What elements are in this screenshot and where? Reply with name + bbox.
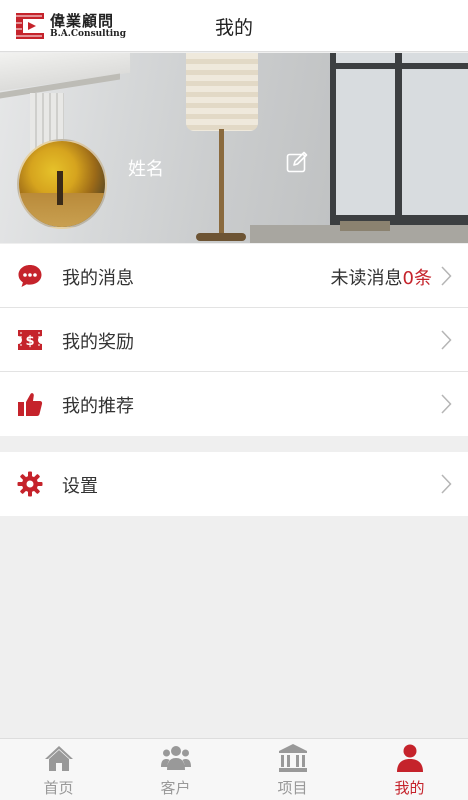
user-name: 姓名 (128, 159, 164, 180)
avatar-tree (57, 171, 63, 205)
edit-icon[interactable] (286, 151, 308, 173)
menu-item-recommend[interactable]: 我的推荐 (0, 372, 468, 436)
gear-icon (17, 471, 43, 497)
menu-item-label: 我的推荐 (62, 396, 134, 417)
svg-text:$: $ (25, 334, 34, 349)
user-icon (396, 744, 423, 772)
message-bubble-icon (18, 265, 42, 287)
menu-group-main: 我的消息 未读消息0条 $ 我的奖励 我的推荐 (0, 244, 468, 436)
banner-window-mullion (395, 53, 402, 223)
chevron-right-icon (441, 266, 452, 286)
page-title: 我的 (214, 17, 253, 39)
banner-lamp-shade (186, 53, 258, 131)
chevron-right-icon (441, 474, 452, 494)
thumbs-up-icon (18, 393, 43, 416)
tab-label: 客户 (160, 779, 191, 797)
project-bank-icon (278, 744, 307, 772)
menu-item-rewards[interactable]: $ 我的奖励 (0, 308, 468, 372)
money-ticket-icon: $ (18, 330, 42, 350)
tab-customers[interactable]: 客户 (117, 739, 234, 800)
tab-label: 项目 (277, 779, 308, 797)
unread-messages-status: 未读消息0条 (331, 264, 432, 290)
home-icon (44, 746, 73, 771)
unread-count: 0条 (402, 268, 432, 289)
top-header: 偉業顧問 B.A.Consulting 我的 (0, 0, 468, 52)
avatar[interactable] (17, 139, 107, 229)
banner-lamp-base (196, 233, 246, 241)
banner-book-stack (340, 221, 390, 231)
tab-label: 首页 (43, 779, 74, 797)
customers-icon (160, 746, 191, 770)
unread-text: 未读消息 (330, 268, 403, 289)
tab-projects[interactable]: 项目 (234, 739, 351, 800)
menu-item-settings[interactable]: 设置 (0, 452, 468, 516)
menu-item-label: 我的奖励 (62, 332, 134, 353)
chevron-right-icon (441, 330, 452, 350)
menu-group-settings: 设置 (0, 452, 468, 516)
tab-home[interactable]: 首页 (0, 739, 117, 800)
tab-mine[interactable]: 我的 (351, 739, 468, 800)
banner-lamp-pole (219, 129, 224, 239)
tab-label: 我的 (394, 779, 425, 797)
chevron-right-icon (441, 394, 452, 414)
bottom-tab-bar: 首页 客户 项目 我的 (0, 738, 468, 800)
menu-item-label: 设置 (62, 476, 98, 497)
menu-item-messages[interactable]: 我的消息 未读消息0条 (0, 244, 468, 308)
menu-item-label: 我的消息 (62, 268, 134, 289)
